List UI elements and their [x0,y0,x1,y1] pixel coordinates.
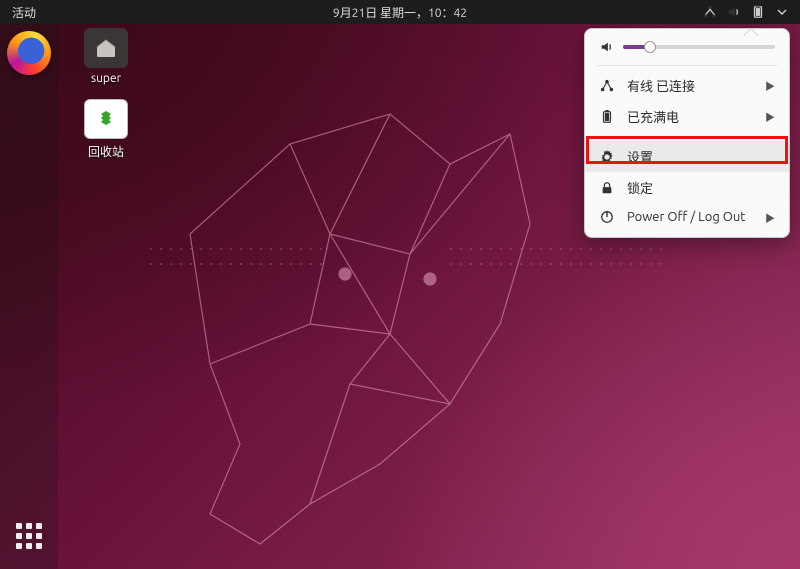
desktop-icon-home[interactable]: super [70,28,142,85]
trash-icon [84,99,128,139]
battery-icon [599,109,615,125]
show-applications-button[interactable] [6,513,52,559]
power-icon [599,209,615,225]
volume-row [585,29,789,61]
dock-app-firefox[interactable] [6,30,52,76]
volume-slider-thumb[interactable] [644,41,656,53]
battery-icon [750,4,766,20]
network-icon [599,78,615,94]
separator [597,136,777,137]
menu-item-power[interactable]: Power Off / Log Out ▶ [585,203,789,231]
menu-item-label: 已充满电 [627,107,679,126]
menu-item-battery[interactable]: 已充满电 ▶ [585,101,789,132]
desktop-icon-trash[interactable]: 回收站 [70,99,142,160]
home-folder-icon [84,28,128,68]
volume-icon [726,4,742,20]
volume-slider[interactable] [623,45,775,49]
menu-item-label: 设置 [627,147,653,166]
menu-item-settings[interactable]: 设置 [585,141,789,172]
desktop-icon-label: super [70,72,142,85]
menu-item-label: 锁定 [627,178,653,197]
chevron-right-icon: ▶ [765,109,775,124]
system-menu: 有线 已连接 ▶ 已充满电 ▶ 设置 锁定 Power Off / Log Ou… [584,28,790,238]
apps-grid-icon [16,523,42,549]
network-icon [702,4,718,20]
top-bar: 活动 9月21日 星期一，10：42 [0,0,800,24]
gear-icon [599,149,615,165]
menu-item-label: 有线 已连接 [627,76,695,95]
activities-button[interactable]: 活动 [0,4,48,21]
lock-icon [599,180,615,196]
chevron-right-icon: ▶ [765,78,775,93]
menu-item-lock[interactable]: 锁定 [585,172,789,203]
desktop-icons: super 回收站 [70,28,142,174]
system-tray[interactable] [692,4,800,20]
firefox-icon [7,31,51,75]
chevron-right-icon: ▶ [765,210,775,225]
clock[interactable]: 9月21日 星期一，10：42 [333,4,467,21]
menu-item-network[interactable]: 有线 已连接 ▶ [585,70,789,101]
menu-item-label: Power Off / Log Out [627,210,745,224]
separator [597,65,777,66]
chevron-down-icon [774,4,790,20]
dock [0,24,58,569]
volume-icon [599,39,615,55]
desktop-icon-label: 回收站 [70,143,142,160]
